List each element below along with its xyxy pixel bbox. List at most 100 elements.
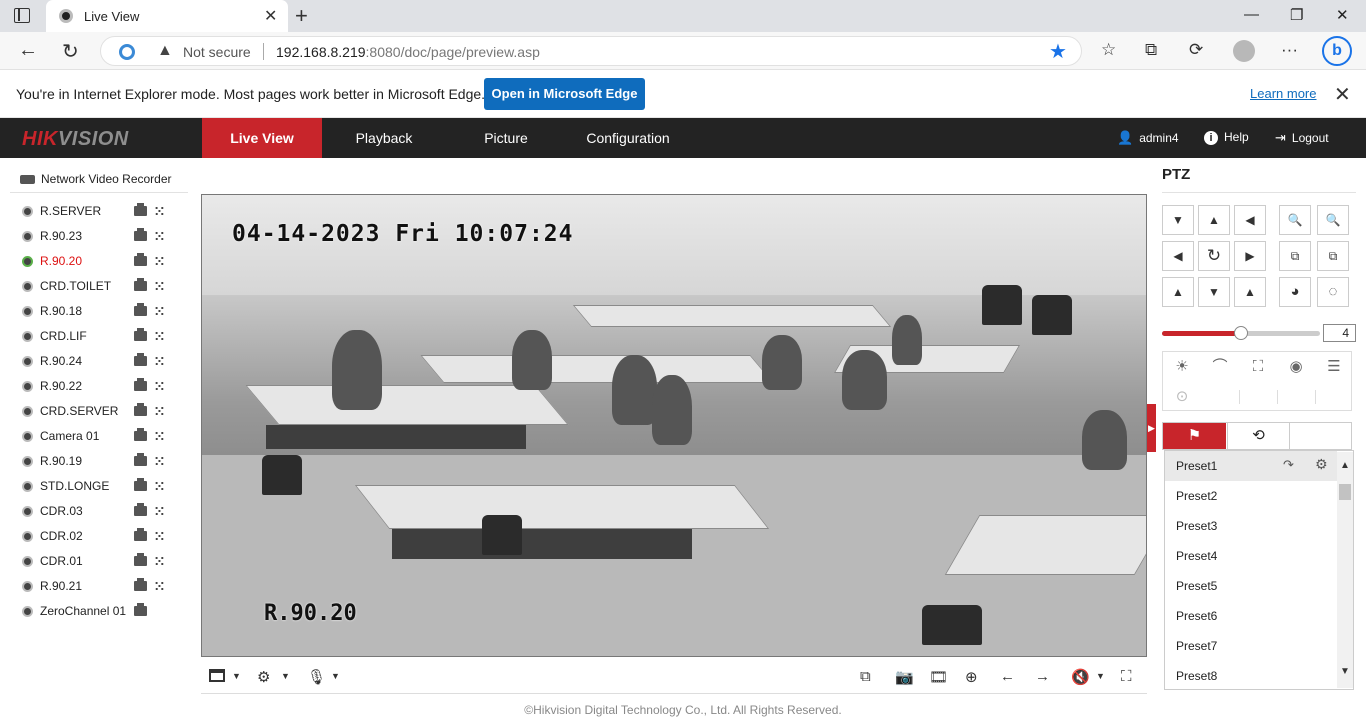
- ptz-control-icon[interactable]: ⁙: [154, 379, 165, 395]
- stream-type-icon[interactable]: ⚙: [257, 668, 270, 686]
- tab-pattern[interactable]: [1290, 423, 1353, 449]
- lens-init-icon[interactable]: ◉: [1277, 352, 1315, 382]
- favorite-star-icon[interactable]: ★: [1049, 39, 1067, 64]
- nav-playback[interactable]: Playback: [324, 118, 444, 158]
- ptz-control-icon[interactable]: ⁙: [154, 279, 165, 295]
- more-menu-icon[interactable]: ···: [1281, 40, 1298, 60]
- nav-picture[interactable]: Picture: [446, 118, 566, 158]
- url-field[interactable]: ▲ Not secure 192.168.8.219:8080/doc/page…: [100, 36, 1082, 66]
- live-video-window[interactable]: 04-14-2023 Fri 10:07:24 R.90.20: [201, 194, 1147, 657]
- video-camera-icon[interactable]: [134, 203, 147, 216]
- new-tab-icon[interactable]: +: [295, 3, 308, 29]
- warning-icon[interactable]: ▲: [157, 42, 173, 60]
- close-tab-icon[interactable]: ✕: [264, 6, 277, 26]
- close-infobar-icon[interactable]: ✕: [1334, 82, 1351, 107]
- camera-item[interactable]: R.90.18 ⁙: [22, 300, 182, 325]
- camera-item[interactable]: R.90.22 ⁙: [22, 375, 182, 400]
- set-preset-gear-icon[interactable]: ⚙: [1315, 456, 1328, 473]
- nvr-title[interactable]: Network Video Recorder: [20, 172, 172, 186]
- ptz-control-icon[interactable]: ⁙: [154, 479, 165, 495]
- ptz-control-icon[interactable]: ⁙: [154, 204, 165, 220]
- record-icon[interactable]: 🎞: [929, 668, 948, 686]
- ptz-speed-knob[interactable]: [1234, 326, 1248, 340]
- camera-item[interactable]: R.90.19 ⁙: [22, 450, 182, 475]
- ptz-control-icon[interactable]: ⁙: [154, 554, 165, 570]
- ptz-control-icon[interactable]: ⁙: [154, 504, 165, 520]
- zoom-in-button[interactable]: 🔍: [1317, 205, 1349, 235]
- browser-tab-live-view[interactable]: Live View ✕: [46, 0, 288, 32]
- ptz-control-icon[interactable]: ⁙: [154, 354, 165, 370]
- video-camera-icon[interactable]: [134, 278, 147, 291]
- camera-item[interactable]: ZeroChannel 01: [22, 600, 182, 625]
- video-camera-icon[interactable]: [134, 578, 147, 591]
- ptz-control-icon[interactable]: ⁙: [154, 304, 165, 320]
- ptz-control-icon[interactable]: ⁙: [154, 329, 165, 345]
- microphone-icon[interactable]: 🎙: [307, 668, 326, 686]
- iris-close-button[interactable]: ◌: [1317, 277, 1349, 307]
- volume-muted-icon[interactable]: 🔇: [1071, 668, 1090, 686]
- menu-icon[interactable]: ☰: [1315, 352, 1353, 382]
- video-camera-icon[interactable]: [134, 478, 147, 491]
- tab-actions-icon[interactable]: [14, 8, 30, 23]
- camera-item[interactable]: R.90.21 ⁙: [22, 575, 182, 600]
- camera-item[interactable]: CDR.03 ⁙: [22, 500, 182, 525]
- capture-icon[interactable]: 📷: [895, 668, 914, 686]
- camera-item[interactable]: CRD.TOILET ⁙: [22, 275, 182, 300]
- stream-dropdown-icon[interactable]: ▼: [281, 671, 290, 681]
- ptz-down-button[interactable]: ▼: [1198, 277, 1230, 307]
- camera-item[interactable]: R.90.20 ⁙: [22, 250, 182, 275]
- auxiliary-focus-icon[interactable]: ⛶: [1239, 352, 1277, 382]
- logout-link[interactable]: ⇥ Logout: [1275, 130, 1329, 146]
- refresh-icon[interactable]: ↻: [62, 39, 79, 64]
- bing-icon[interactable]: b: [1322, 36, 1352, 66]
- preset-row[interactable]: Preset7: [1165, 631, 1337, 661]
- nav-configuration[interactable]: Configuration: [568, 118, 688, 158]
- camera-item[interactable]: R.90.24 ⁙: [22, 350, 182, 375]
- tab-presets[interactable]: ⚑: [1163, 423, 1226, 449]
- ptz-auto-pan-button[interactable]: ↻: [1198, 241, 1230, 271]
- collections-icon[interactable]: ⧉: [1145, 40, 1157, 60]
- ptz-down-left-button[interactable]: ▲: [1162, 277, 1194, 307]
- video-camera-icon[interactable]: [134, 603, 147, 616]
- preset-row[interactable]: Preset5: [1165, 571, 1337, 601]
- video-camera-icon[interactable]: [134, 553, 147, 566]
- ptz-speed-value[interactable]: 4: [1323, 324, 1356, 342]
- scroll-up-icon[interactable]: ▲: [1340, 460, 1350, 471]
- preset-row[interactable]: Preset2: [1165, 481, 1337, 511]
- video-camera-icon[interactable]: [134, 253, 147, 266]
- ptz-up-left-button[interactable]: ▼: [1162, 205, 1194, 235]
- video-camera-icon[interactable]: [134, 303, 147, 316]
- help-link[interactable]: i Help: [1204, 130, 1249, 145]
- preset-row[interactable]: Preset6: [1165, 601, 1337, 631]
- camera-item[interactable]: R.90.23 ⁙: [22, 225, 182, 250]
- focus-near-button[interactable]: ⧉: [1279, 241, 1311, 271]
- ptz-control-icon[interactable]: ⁙: [154, 229, 165, 245]
- nav-live-view[interactable]: Live View: [202, 118, 322, 158]
- iris-open-button[interactable]: ◕: [1279, 277, 1311, 307]
- wiper-icon[interactable]: ⌒: [1201, 352, 1239, 382]
- video-camera-icon[interactable]: [134, 378, 147, 391]
- video-camera-icon[interactable]: [134, 453, 147, 466]
- call-preset-icon[interactable]: ↷: [1283, 457, 1294, 473]
- volume-dropdown-icon[interactable]: ▼: [1096, 671, 1105, 681]
- audio-dropdown-icon[interactable]: ▼: [331, 671, 340, 681]
- video-camera-icon[interactable]: [134, 528, 147, 541]
- camera-item[interactable]: R.SERVER ⁙: [22, 200, 182, 225]
- manual-track-icon[interactable]: ⊙: [1163, 382, 1201, 412]
- preset-scrollbar[interactable]: ▲ ▼: [1337, 452, 1353, 688]
- not-secure-label[interactable]: Not secure: [183, 44, 251, 60]
- minimize-icon[interactable]: —: [1244, 6, 1259, 23]
- light-icon[interactable]: ☀: [1163, 352, 1201, 382]
- stop-all-icon[interactable]: ⧉: [860, 668, 871, 685]
- previous-page-icon[interactable]: ←: [1000, 668, 1015, 685]
- learn-more-link[interactable]: Learn more: [1250, 86, 1316, 101]
- preset-row[interactable]: Preset4: [1165, 541, 1337, 571]
- next-page-icon[interactable]: →: [1035, 668, 1050, 685]
- ptz-left-button[interactable]: ◀: [1162, 241, 1194, 271]
- open-in-edge-button[interactable]: Open in Microsoft Edge: [484, 78, 645, 110]
- user-menu[interactable]: 👤 admin4: [1117, 130, 1179, 146]
- camera-item[interactable]: Camera 01 ⁙: [22, 425, 182, 450]
- video-camera-icon[interactable]: [134, 403, 147, 416]
- scroll-thumb[interactable]: [1339, 484, 1351, 500]
- ptz-control-icon[interactable]: ⁙: [154, 429, 165, 445]
